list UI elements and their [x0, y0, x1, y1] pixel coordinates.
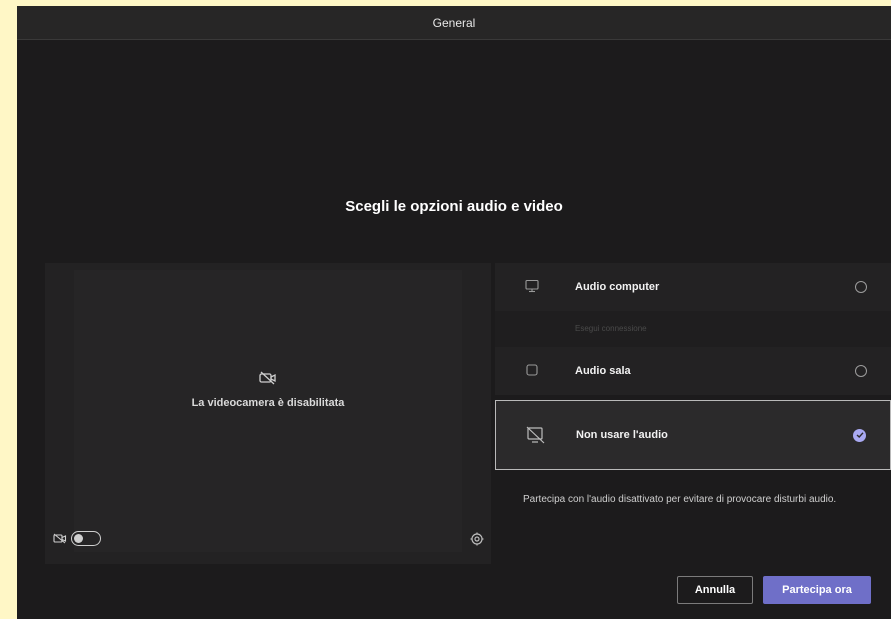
faded-option-text: Esegui connessione — [575, 324, 647, 333]
audio-option-room[interactable]: Audio sala — [495, 347, 891, 395]
page-heading: Scegli le opzioni audio e video — [345, 198, 563, 215]
computer-audio-icon — [525, 279, 539, 293]
radio-button[interactable] — [855, 281, 867, 293]
window-title: General — [432, 15, 476, 30]
camera-off-text: La videocamera è disabilitata — [191, 397, 345, 409]
audio-option-label: Audio sala — [575, 365, 631, 377]
video-preview-area — [74, 270, 462, 552]
audio-option-label: Non usare l'audio — [576, 429, 668, 441]
no-audio-icon — [526, 426, 545, 444]
camera-off-icon — [259, 371, 276, 385]
gear-icon[interactable] — [470, 532, 484, 546]
preview-controls — [45, 525, 491, 555]
camera-toggle[interactable] — [71, 531, 101, 546]
title-bar: General — [17, 6, 891, 40]
audio-description: Partecipa con l'audio disattivato per ev… — [523, 494, 837, 505]
audio-option-computer[interactable]: Audio computer — [495, 263, 891, 311]
teams-join-dialog: General Scegli le opzioni audio e video … — [17, 6, 891, 619]
camera-off-small-icon — [53, 533, 67, 544]
join-now-button[interactable]: Partecipa ora — [763, 576, 871, 604]
camera-off-indicator: La videocamera è disabilitata — [45, 371, 491, 411]
cancel-button[interactable]: Annulla — [677, 576, 753, 604]
check-icon — [853, 428, 866, 442]
radio-button[interactable] — [855, 365, 867, 377]
toggle-knob — [74, 534, 83, 543]
audio-option-none[interactable]: Non usare l'audio — [495, 400, 891, 470]
faded-option: Esegui connessione — [495, 311, 891, 347]
room-audio-icon — [526, 364, 538, 376]
audio-option-label: Audio computer — [575, 281, 660, 293]
video-preview: La videocamera è disabilitata — [45, 263, 491, 564]
